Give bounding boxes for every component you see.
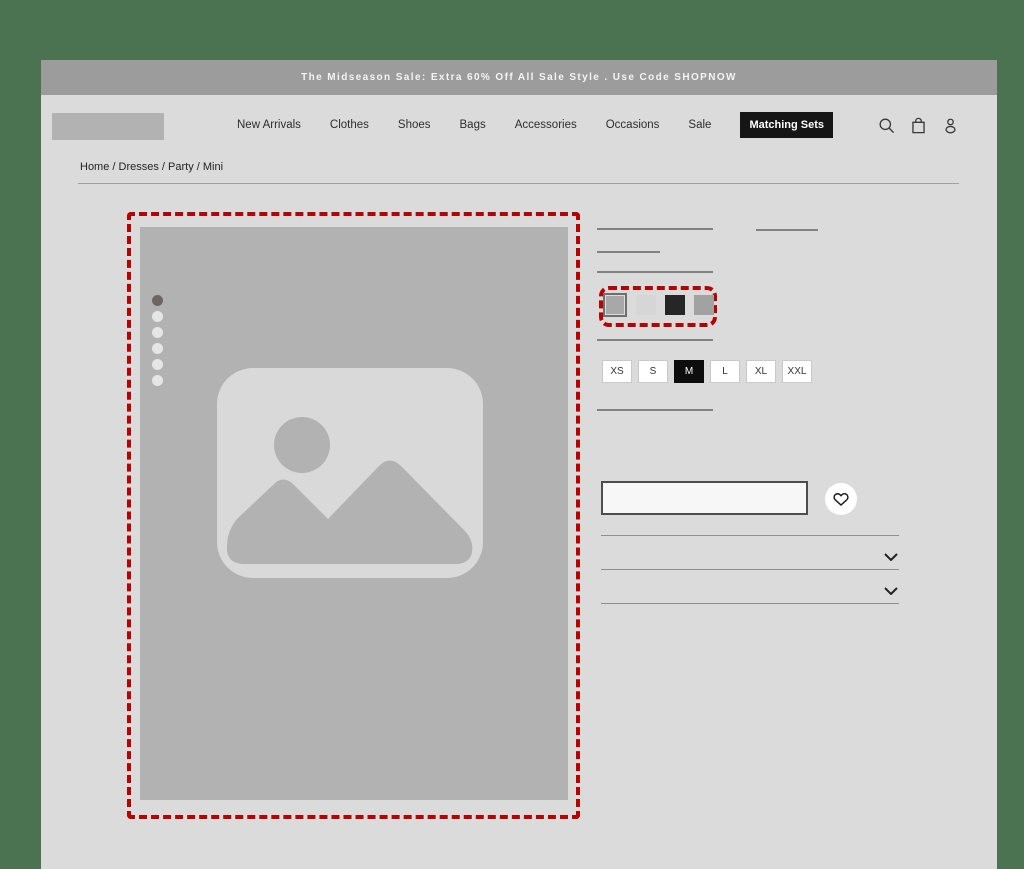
heart-icon bbox=[833, 492, 849, 506]
chevron-down-icon[interactable] bbox=[884, 582, 898, 600]
accordion-row-details[interactable] bbox=[601, 536, 899, 569]
chevron-down-icon[interactable] bbox=[884, 548, 898, 566]
gallery-dot[interactable] bbox=[152, 375, 163, 386]
product-title-skeleton bbox=[597, 228, 713, 230]
add-to-cart-button[interactable] bbox=[601, 481, 808, 515]
wishlist-button[interactable] bbox=[825, 483, 857, 515]
image-placeholder-icon bbox=[217, 368, 483, 578]
gallery-dot-active[interactable] bbox=[152, 295, 163, 306]
size-button-l[interactable]: L bbox=[710, 360, 740, 383]
nav-item-shoes[interactable]: Shoes bbox=[398, 119, 431, 131]
nav-item-sale[interactable]: Sale bbox=[688, 119, 711, 131]
product-price-skeleton bbox=[756, 229, 818, 231]
nav-item-occasions[interactable]: Occasions bbox=[606, 119, 660, 131]
shopping-bag-icon[interactable] bbox=[909, 116, 928, 135]
size-button-xs[interactable]: XS bbox=[602, 360, 632, 383]
page-container: The Midseason Sale: Extra 60% Off All Sa… bbox=[41, 60, 997, 869]
gallery-dot[interactable] bbox=[152, 343, 163, 354]
search-icon[interactable] bbox=[877, 116, 896, 135]
color-swatch[interactable] bbox=[636, 295, 656, 315]
promo-banner-text: The Midseason Sale: Extra 60% Off All Sa… bbox=[301, 72, 737, 83]
accordion-divider bbox=[601, 603, 899, 604]
size-button-s[interactable]: S bbox=[638, 360, 668, 383]
color-swatch[interactable] bbox=[665, 295, 685, 315]
size-button-xl[interactable]: XL bbox=[746, 360, 776, 383]
fit-label-skeleton bbox=[597, 409, 713, 411]
breadcrumb[interactable]: Home / Dresses / Party / Mini bbox=[80, 161, 223, 173]
gallery-dot[interactable] bbox=[152, 327, 163, 338]
nav-item-new-arrivals[interactable]: New Arrivals bbox=[237, 119, 301, 131]
nav-item-matching-sets[interactable]: Matching Sets bbox=[740, 112, 834, 138]
color-label-skeleton bbox=[597, 271, 713, 273]
product-image-placeholder bbox=[140, 227, 568, 800]
color-swatch-selected[interactable] bbox=[603, 293, 627, 317]
size-selector: XS S M L XL XXL bbox=[602, 360, 812, 383]
color-swatch[interactable] bbox=[694, 295, 714, 315]
size-button-m-selected[interactable]: M bbox=[674, 360, 704, 383]
color-swatch-group bbox=[603, 293, 714, 317]
breadcrumb-divider bbox=[78, 183, 959, 184]
size-button-xxl[interactable]: XXL bbox=[782, 360, 812, 383]
nav-item-accessories[interactable]: Accessories bbox=[515, 119, 577, 131]
nav-icon-group bbox=[877, 95, 960, 155]
logo-placeholder[interactable] bbox=[52, 113, 164, 140]
main-nav: New Arrivals Clothes Shoes Bags Accessor… bbox=[237, 95, 834, 155]
gallery-dot[interactable] bbox=[152, 311, 163, 322]
account-icon[interactable] bbox=[941, 116, 960, 135]
promo-banner: The Midseason Sale: Extra 60% Off All Sa… bbox=[41, 60, 997, 95]
nav-item-bags[interactable]: Bags bbox=[460, 119, 486, 131]
size-label-skeleton bbox=[597, 339, 713, 341]
nav-item-clothes[interactable]: Clothes bbox=[330, 119, 369, 131]
product-subtitle-skeleton bbox=[597, 251, 660, 253]
gallery-thumbnail-dots bbox=[152, 295, 163, 391]
gallery-dot[interactable] bbox=[152, 359, 163, 370]
accordion-row-shipping[interactable] bbox=[601, 570, 899, 603]
